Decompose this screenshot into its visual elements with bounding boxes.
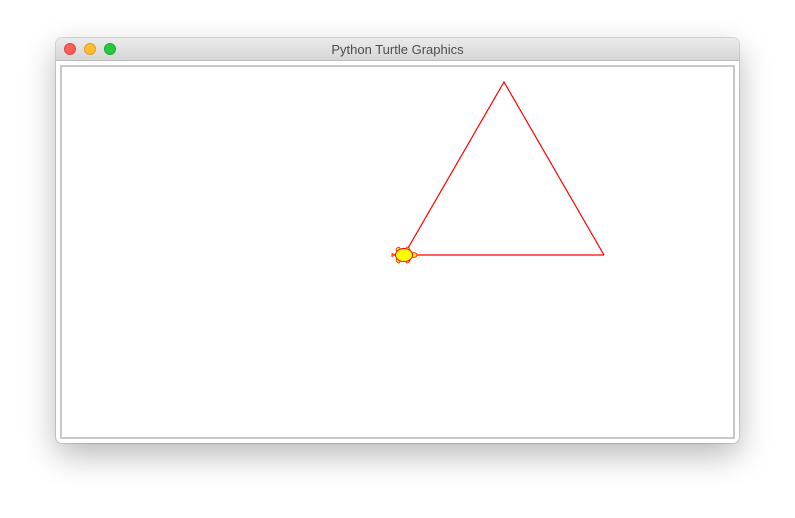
- turtle-canvas-frame: [60, 65, 735, 439]
- turtle-canvas[interactable]: [62, 67, 733, 437]
- turtle-window: Python Turtle Graphics: [56, 38, 739, 443]
- title-bar[interactable]: Python Turtle Graphics: [56, 38, 739, 61]
- window-title: Python Turtle Graphics: [331, 42, 464, 57]
- turtle-icon: [391, 246, 418, 264]
- drawn-triangle: [402, 80, 605, 256]
